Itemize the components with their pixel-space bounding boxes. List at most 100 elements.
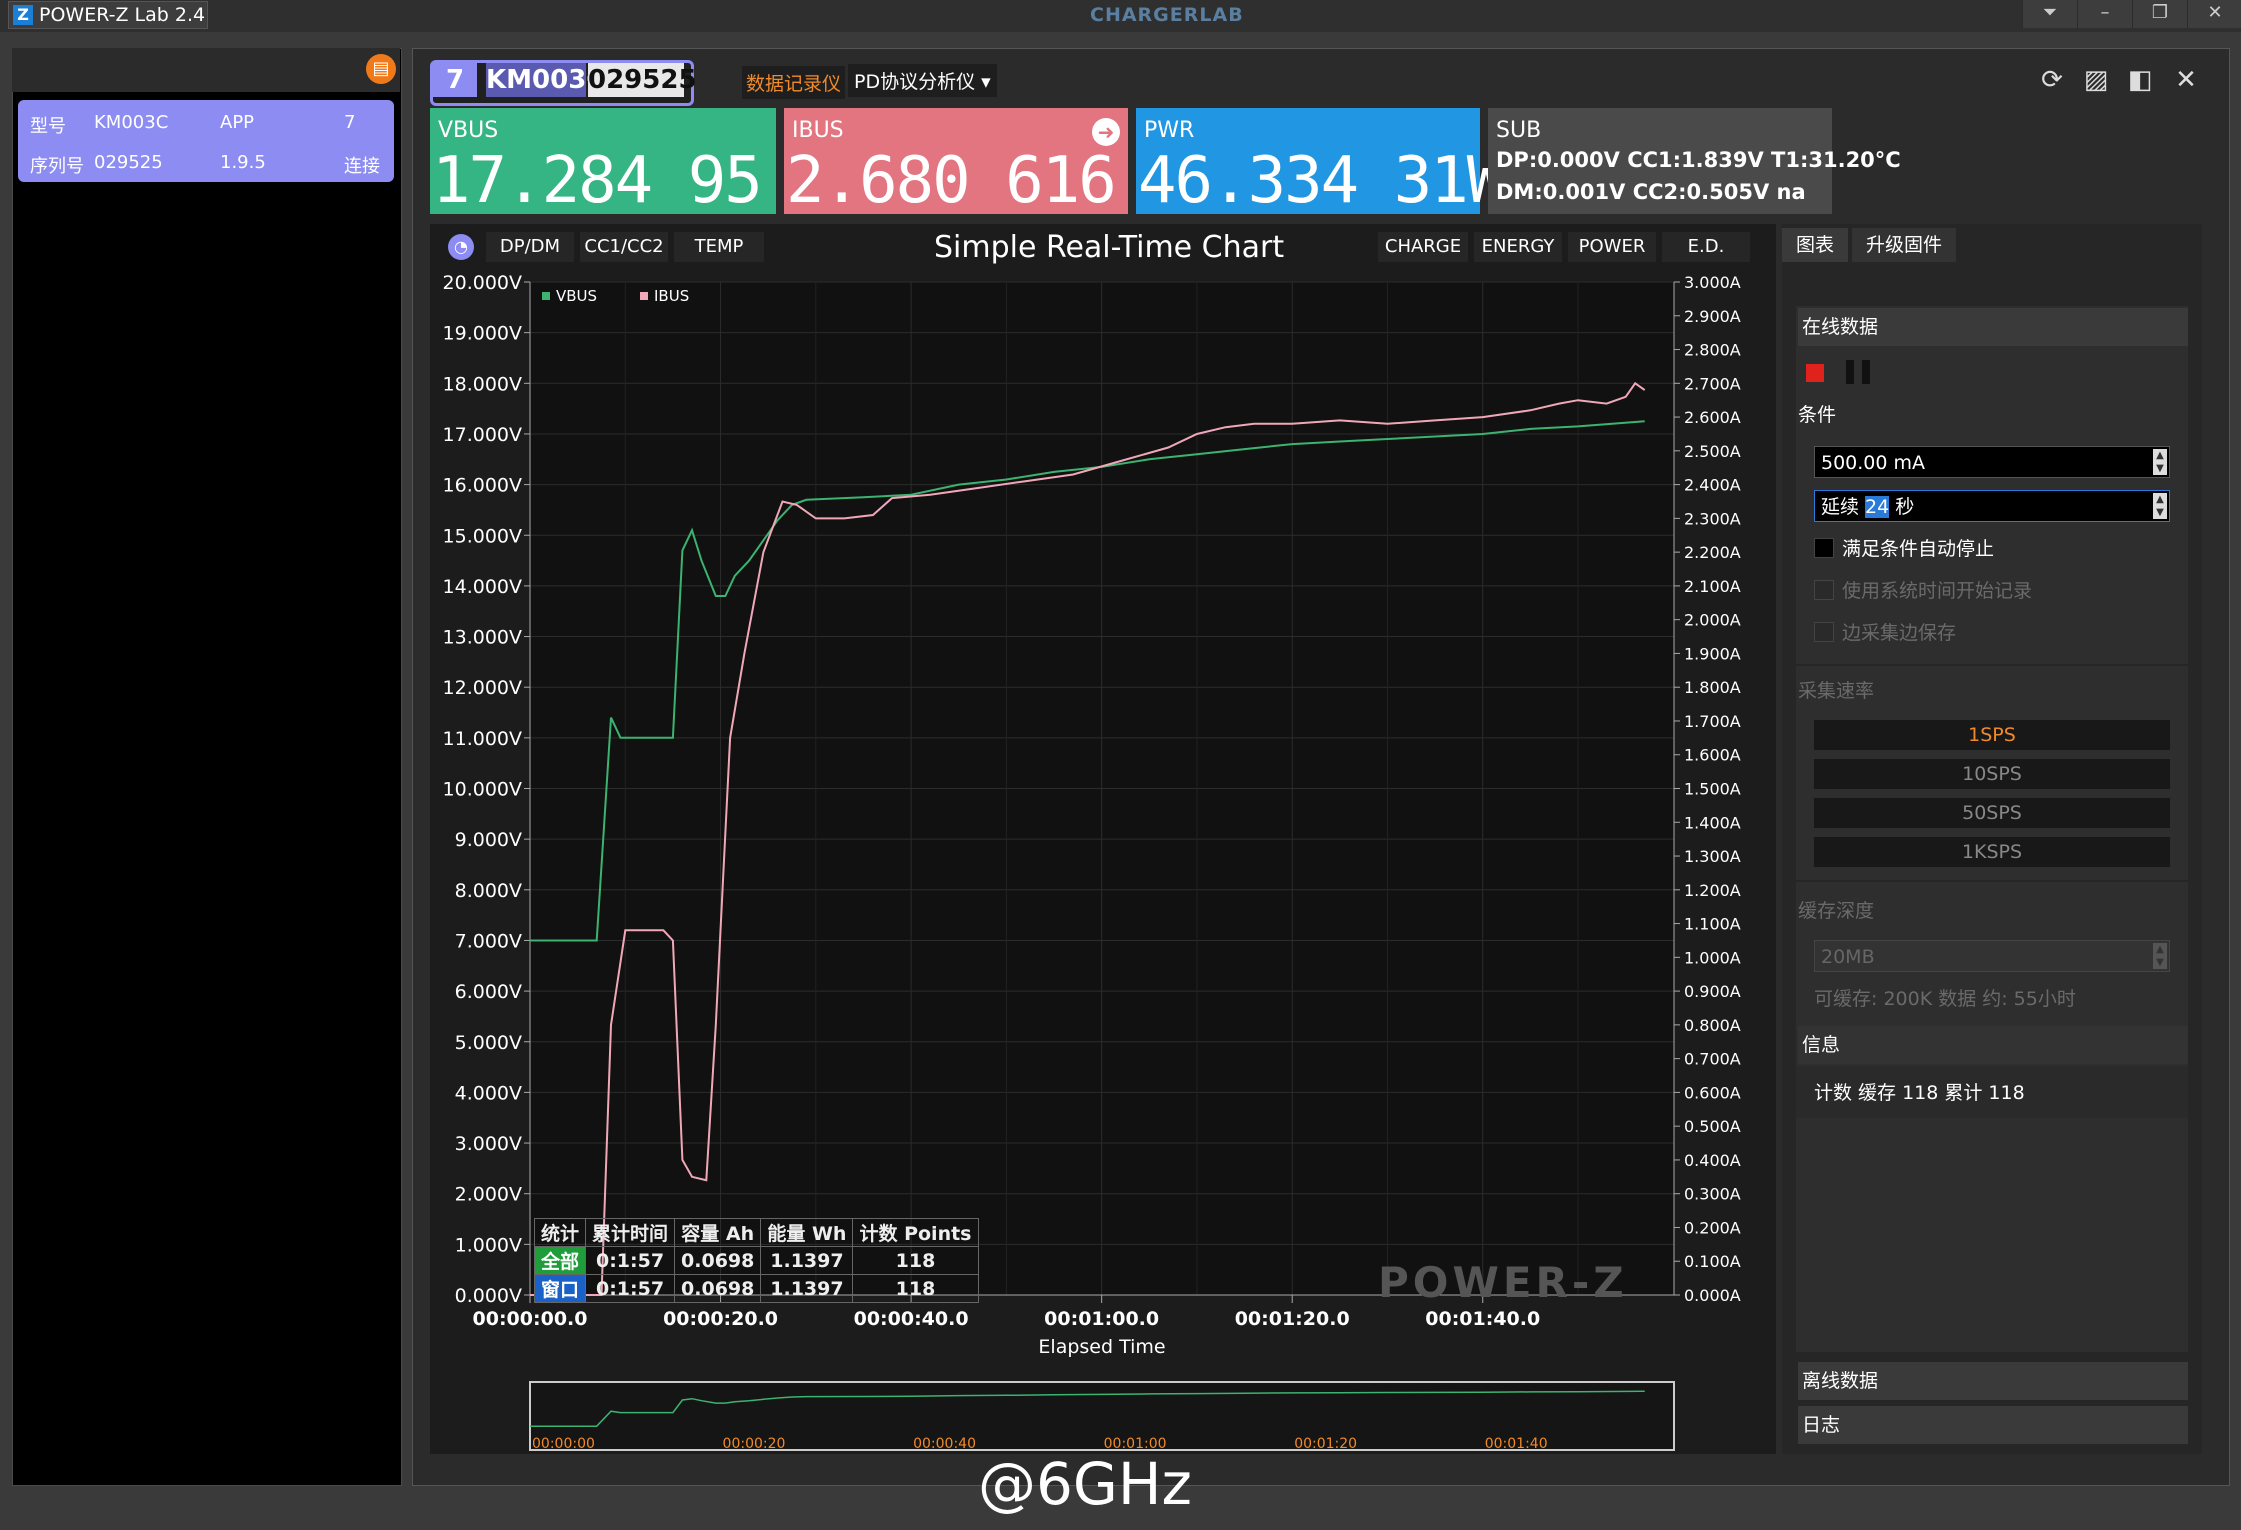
weibo-watermark: @6GHz — [978, 1450, 1192, 1518]
menu-dropdown-button[interactable]: ⏷ — [2022, 0, 2077, 28]
pwr-value: 46.334 31W — [1138, 144, 1505, 218]
tab-pd-analyzer[interactable]: PD协议分析仪 ▾ — [848, 64, 997, 97]
overview-tick-label: 00:01:20 — [1294, 1436, 1357, 1452]
connect-status: 连接 — [344, 156, 380, 177]
y-right-tick-label: 0.000A — [1684, 1286, 1741, 1305]
buffer-select[interactable]: 20MB ▲ ▼ — [1814, 940, 2170, 972]
brand-logo: CHARGERLAB — [1090, 4, 1244, 26]
maximize-button[interactable]: ❐ — [2132, 0, 2187, 28]
arrow-right-icon[interactable]: ➜ — [1092, 118, 1120, 146]
tab-data-logger[interactable]: 数据记录仪 — [742, 66, 846, 99]
x-tick-label: 00:00:40.0 — [854, 1308, 969, 1330]
system-time-checkbox[interactable] — [1814, 580, 1834, 600]
stats-row-label: 全部 — [533, 1246, 587, 1275]
y-right-tick-label: 2.600A — [1684, 408, 1741, 427]
rate-1sps[interactable]: 1SPS — [1814, 720, 2170, 750]
y-right-tick-label: 0.500A — [1684, 1117, 1741, 1136]
app-title: Z POWER-Z Lab 2.4 — [8, 1, 208, 29]
refresh-icon[interactable]: ⟳ — [2034, 62, 2070, 98]
y-left-tick-label: 18.000V — [443, 373, 522, 395]
y-right-tick-label: 1.400A — [1684, 813, 1741, 832]
stats-cell: 0:1:57 — [585, 1274, 676, 1303]
y-left-tick-label: 11.000V — [443, 728, 522, 750]
delay-spinner[interactable]: ▲ ▼ — [2153, 493, 2167, 519]
minimize-button[interactable]: – — [2077, 0, 2132, 28]
device-index: 7 — [433, 63, 477, 97]
device-card[interactable]: 型号 KM003C APP 7 序列号 029525 1.9.5 连接 — [18, 100, 394, 182]
legend-label-vbus: VBUS — [556, 287, 597, 305]
ibus-label: IBUS — [792, 118, 844, 143]
tab-cc1-cc2[interactable]: CC1/CC2 — [580, 232, 668, 262]
buffer-spinner[interactable]: ▲ ▼ — [2153, 943, 2167, 969]
log-header[interactable]: 日志 — [1798, 1406, 2188, 1444]
rate-1ksps[interactable]: 1KSPS — [1814, 837, 2170, 867]
device-list-header — [12, 48, 400, 92]
online-data-header[interactable]: 在线数据 — [1798, 308, 2188, 346]
offline-data-header[interactable]: 离线数据 — [1798, 1362, 2188, 1400]
overview-tick-label: 00:00:20 — [723, 1436, 786, 1452]
app-label: APP — [220, 112, 255, 133]
current-threshold-input[interactable]: 500.00 mA ▲ ▼ — [1814, 446, 2170, 478]
legend-swatch-ibus — [640, 292, 648, 300]
rate-50sps[interactable]: 50SPS — [1814, 798, 2170, 828]
stats-row-window: 窗口 0:1:57 0.0698 1.1397 118 — [533, 1274, 979, 1303]
legend-swatch-vbus — [542, 292, 550, 300]
delay-input[interactable]: 延续 24 秒 ▲ ▼ — [1814, 490, 2170, 522]
auto-stop-checkbox[interactable] — [1814, 538, 1834, 558]
tab-dp-dm[interactable]: DP/DM — [486, 232, 574, 262]
image-icon[interactable]: ▨ — [2078, 62, 2114, 98]
info-text: 计数 缓存 118 累计 118 — [1814, 1082, 2025, 1104]
stats-cell: 0.0698 — [674, 1246, 762, 1275]
stats-cell: 1.1397 — [760, 1246, 854, 1275]
condition-label: 条件 — [1798, 404, 1837, 426]
chart-settings-icon[interactable]: ◔ — [448, 234, 474, 260]
rate-10sps[interactable]: 10SPS — [1814, 759, 2170, 789]
y-right-tick-label: 0.900A — [1684, 982, 1741, 1001]
tab-charge[interactable]: CHARGE — [1378, 232, 1468, 262]
tab-firmware[interactable]: 升级固件 — [1852, 228, 1956, 262]
tab-power[interactable]: POWER — [1568, 232, 1656, 262]
y-right-tick-label: 1.000A — [1684, 948, 1741, 967]
tab-ed[interactable]: E.D. — [1662, 232, 1750, 262]
tab-temp[interactable]: TEMP — [674, 232, 764, 262]
stats-row-all: 全部 0:1:57 0.0698 1.1397 118 — [533, 1246, 979, 1275]
pause-bar-right[interactable] — [1862, 360, 1870, 384]
power-z-watermark: POWER-Z — [1378, 1258, 1628, 1307]
pwr-tile: PWR 46.334 31W — [1136, 108, 1505, 218]
sub-line-1: DP:0.000V CC1:1.839V T1:31.20°C — [1496, 148, 1901, 172]
app-logo-icon: Z — [13, 5, 33, 25]
y-right-tick-label: 0.400A — [1684, 1151, 1741, 1170]
window-mode-icon[interactable]: ◧ — [2122, 62, 2158, 98]
model-label: 型号 — [30, 116, 66, 137]
export-icon[interactable]: ▤ — [366, 54, 396, 84]
app-title-text: POWER-Z Lab 2.4 — [39, 4, 206, 26]
save-while-checkbox[interactable] — [1814, 622, 1834, 642]
pwr-label: PWR — [1144, 118, 1195, 143]
current-spinner[interactable]: ▲ ▼ — [2153, 449, 2167, 475]
y-right-tick-label: 0.100A — [1684, 1252, 1741, 1271]
y-right-tick-label: 2.500A — [1684, 442, 1741, 461]
y-left-tick-label: 8.000V — [455, 880, 522, 902]
delay-suffix: 秒 — [1889, 496, 1915, 518]
tab-chart[interactable]: 图表 — [1782, 228, 1848, 262]
y-right-tick-label: 1.900A — [1684, 644, 1741, 663]
delay-prefix: 延续 — [1821, 496, 1866, 518]
stats-header: 容量 Ah — [674, 1218, 762, 1247]
stats-cell: 118 — [852, 1246, 979, 1275]
tab-energy[interactable]: ENERGY — [1474, 232, 1562, 262]
y-right-tick-label: 1.100A — [1684, 915, 1741, 934]
x-tick-label: 00:01:00.0 — [1044, 1308, 1159, 1330]
close-window-button[interactable]: ✕ — [2187, 0, 2241, 28]
y-left-tick-label: 6.000V — [455, 981, 522, 1003]
serial-label: 序列号 — [30, 156, 84, 177]
sub-tile: SUB DP:0.000V CC1:1.839V T1:31.20°C DM:0… — [1488, 108, 1901, 214]
pause-bar-left[interactable] — [1846, 360, 1854, 384]
y-right-tick-label: 0.300A — [1684, 1185, 1741, 1204]
y-right-tick-label: 2.400A — [1684, 476, 1741, 495]
y-left-tick-label: 7.000V — [455, 930, 522, 952]
stop-record-button[interactable] — [1806, 364, 1824, 382]
save-while-label: 边采集边保存 — [1842, 622, 1957, 644]
y-right-tick-label: 0.200A — [1684, 1218, 1741, 1237]
stats-header: 计数 Points — [852, 1218, 979, 1247]
close-panel-icon[interactable]: ✕ — [2168, 62, 2204, 98]
